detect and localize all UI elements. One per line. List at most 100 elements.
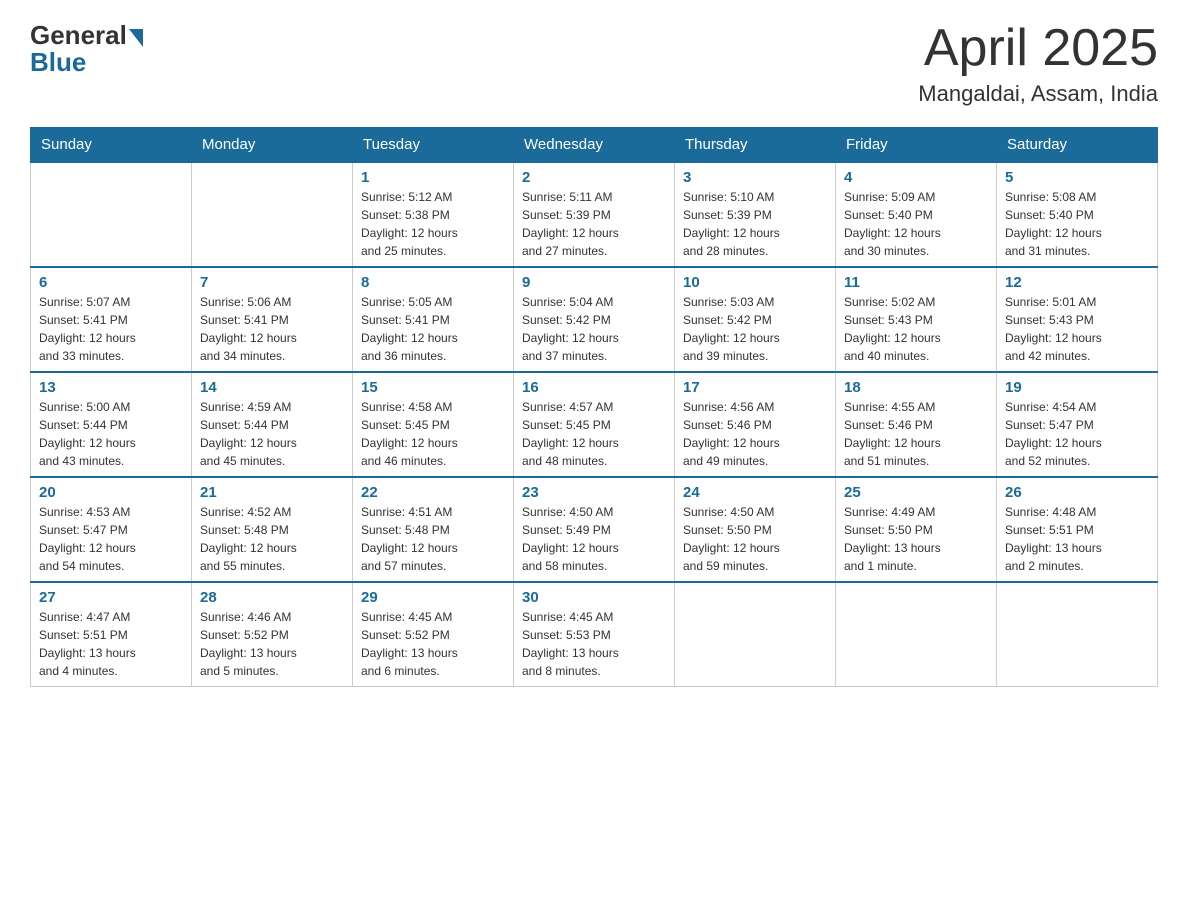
calendar-table: SundayMondayTuesdayWednesdayThursdayFrid… <box>30 127 1158 687</box>
day-number: 15 <box>361 379 505 396</box>
day-info: Sunrise: 5:10 AM Sunset: 5:39 PM Dayligh… <box>683 188 827 260</box>
calendar-cell <box>675 582 836 687</box>
calendar-cell: 27 Sunrise: 4:47 AM Sunset: 5:51 PM Dayli… <box>31 582 192 687</box>
day-info: Sunrise: 5:12 AM Sunset: 5:38 PM Dayligh… <box>361 188 505 260</box>
day-number: 9 <box>522 274 666 291</box>
calendar-cell: 23Sunrise: 4:50 AM Sunset: 5:49 PM Dayli… <box>514 477 675 582</box>
logo-blue-text: Blue <box>30 47 86 78</box>
day-number: 5 <box>1005 169 1149 186</box>
day-number: 16 <box>522 379 666 396</box>
day-number: 13 <box>39 379 183 396</box>
weekday-header: Monday <box>192 128 353 163</box>
day-number: 11 <box>844 274 988 291</box>
day-info: Sunrise: 4:45 AM Sunset: 5:52 PM Dayligh… <box>361 608 505 680</box>
day-info: Sunrise: 5:05 AM Sunset: 5:41 PM Dayligh… <box>361 293 505 365</box>
day-number: 8 <box>361 274 505 291</box>
day-info: Sunrise: 4:55 AM Sunset: 5:46 PM Dayligh… <box>844 398 988 470</box>
day-info: Sunrise: 4:53 AM Sunset: 5:47 PM Dayligh… <box>39 503 183 575</box>
weekday-header: Thursday <box>675 128 836 163</box>
page-subtitle: Mangaldai, Assam, India <box>918 81 1158 107</box>
day-number: 23 <box>522 484 666 501</box>
calendar-cell: 14 Sunrise: 4:59 AM Sunset: 5:44 PM Dayli… <box>192 372 353 477</box>
day-info: Sunrise: 5:07 AM Sunset: 5:41 PM Dayligh… <box>39 293 183 365</box>
day-info: Sunrise: 4:59 AM Sunset: 5:44 PM Dayligh… <box>200 398 344 470</box>
calendar-cell: 22 Sunrise: 4:51 AM Sunset: 5:48 PM Dayli… <box>353 477 514 582</box>
day-info: Sunrise: 4:58 AM Sunset: 5:45 PM Dayligh… <box>361 398 505 470</box>
day-number: 30 <box>522 589 666 606</box>
calendar-header-row: SundayMondayTuesdayWednesdayThursdayFrid… <box>31 128 1158 163</box>
day-number: 2 <box>522 169 666 186</box>
day-number: 29 <box>361 589 505 606</box>
day-number: 26 <box>1005 484 1149 501</box>
day-number: 4 <box>844 169 988 186</box>
calendar-cell: 28Sunrise: 4:46 AM Sunset: 5:52 PM Dayli… <box>192 582 353 687</box>
day-info: Sunrise: 4:47 AM Sunset: 5:51 PM Dayligh… <box>39 608 183 680</box>
day-info: Sunrise: 5:08 AM Sunset: 5:40 PM Dayligh… <box>1005 188 1149 260</box>
calendar-cell: 12 Sunrise: 5:01 AM Sunset: 5:43 PM Dayli… <box>997 267 1158 372</box>
day-number: 27 <box>39 589 183 606</box>
calendar-cell <box>192 162 353 267</box>
day-number: 14 <box>200 379 344 396</box>
calendar-cell: 30Sunrise: 4:45 AM Sunset: 5:53 PM Dayli… <box>514 582 675 687</box>
calendar-cell <box>836 582 997 687</box>
calendar-cell <box>997 582 1158 687</box>
calendar-cell: 9 Sunrise: 5:04 AM Sunset: 5:42 PM Daylig… <box>514 267 675 372</box>
weekday-header: Wednesday <box>514 128 675 163</box>
page-title: April 2025 <box>918 20 1158 77</box>
day-info: Sunrise: 5:01 AM Sunset: 5:43 PM Dayligh… <box>1005 293 1149 365</box>
day-number: 1 <box>361 169 505 186</box>
calendar-cell: 25 Sunrise: 4:49 AM Sunset: 5:50 PM Dayli… <box>836 477 997 582</box>
day-number: 25 <box>844 484 988 501</box>
day-info: Sunrise: 4:49 AM Sunset: 5:50 PM Dayligh… <box>844 503 988 575</box>
day-number: 6 <box>39 274 183 291</box>
title-section: April 2025 Mangaldai, Assam, India <box>918 20 1158 107</box>
day-info: Sunrise: 4:56 AM Sunset: 5:46 PM Dayligh… <box>683 398 827 470</box>
calendar-week-row: 27 Sunrise: 4:47 AM Sunset: 5:51 PM Dayli… <box>31 582 1158 687</box>
day-info: Sunrise: 5:11 AM Sunset: 5:39 PM Dayligh… <box>522 188 666 260</box>
day-info: Sunrise: 4:52 AM Sunset: 5:48 PM Dayligh… <box>200 503 344 575</box>
calendar-cell: 21Sunrise: 4:52 AM Sunset: 5:48 PM Dayli… <box>192 477 353 582</box>
calendar-cell: 16Sunrise: 4:57 AM Sunset: 5:45 PM Dayli… <box>514 372 675 477</box>
day-number: 19 <box>1005 379 1149 396</box>
calendar-cell: 18Sunrise: 4:55 AM Sunset: 5:46 PM Dayli… <box>836 372 997 477</box>
day-number: 20 <box>39 484 183 501</box>
day-number: 12 <box>1005 274 1149 291</box>
calendar-cell: 8 Sunrise: 5:05 AM Sunset: 5:41 PM Daylig… <box>353 267 514 372</box>
calendar-cell: 11 Sunrise: 5:02 AM Sunset: 5:43 PM Dayli… <box>836 267 997 372</box>
weekday-header: Tuesday <box>353 128 514 163</box>
calendar-cell: 19 Sunrise: 4:54 AM Sunset: 5:47 PM Dayli… <box>997 372 1158 477</box>
calendar-cell: 6 Sunrise: 5:07 AM Sunset: 5:41 PM Daylig… <box>31 267 192 372</box>
calendar-cell: 29 Sunrise: 4:45 AM Sunset: 5:52 PM Dayli… <box>353 582 514 687</box>
day-number: 10 <box>683 274 827 291</box>
day-info: Sunrise: 4:51 AM Sunset: 5:48 PM Dayligh… <box>361 503 505 575</box>
day-info: Sunrise: 5:02 AM Sunset: 5:43 PM Dayligh… <box>844 293 988 365</box>
calendar-week-row: 6 Sunrise: 5:07 AM Sunset: 5:41 PM Daylig… <box>31 267 1158 372</box>
calendar-cell <box>31 162 192 267</box>
day-number: 22 <box>361 484 505 501</box>
day-info: Sunrise: 4:48 AM Sunset: 5:51 PM Dayligh… <box>1005 503 1149 575</box>
day-info: Sunrise: 5:06 AM Sunset: 5:41 PM Dayligh… <box>200 293 344 365</box>
calendar-cell: 24 Sunrise: 4:50 AM Sunset: 5:50 PM Dayli… <box>675 477 836 582</box>
day-info: Sunrise: 5:04 AM Sunset: 5:42 PM Dayligh… <box>522 293 666 365</box>
weekday-header: Sunday <box>31 128 192 163</box>
calendar-cell: 2 Sunrise: 5:11 AM Sunset: 5:39 PM Daylig… <box>514 162 675 267</box>
day-info: Sunrise: 5:00 AM Sunset: 5:44 PM Dayligh… <box>39 398 183 470</box>
day-info: Sunrise: 4:54 AM Sunset: 5:47 PM Dayligh… <box>1005 398 1149 470</box>
calendar-cell: 4 Sunrise: 5:09 AM Sunset: 5:40 PM Daylig… <box>836 162 997 267</box>
calendar-week-row: 13 Sunrise: 5:00 AM Sunset: 5:44 PM Dayli… <box>31 372 1158 477</box>
logo-arrow-icon <box>129 29 143 47</box>
calendar-cell: 20 Sunrise: 4:53 AM Sunset: 5:47 PM Dayli… <box>31 477 192 582</box>
calendar-cell: 17Sunrise: 4:56 AM Sunset: 5:46 PM Dayli… <box>675 372 836 477</box>
calendar-cell: 3 Sunrise: 5:10 AM Sunset: 5:39 PM Daylig… <box>675 162 836 267</box>
day-info: Sunrise: 5:03 AM Sunset: 5:42 PM Dayligh… <box>683 293 827 365</box>
day-info: Sunrise: 5:09 AM Sunset: 5:40 PM Dayligh… <box>844 188 988 260</box>
day-info: Sunrise: 4:46 AM Sunset: 5:52 PM Dayligh… <box>200 608 344 680</box>
day-number: 3 <box>683 169 827 186</box>
calendar-cell: 7Sunrise: 5:06 AM Sunset: 5:41 PM Daylig… <box>192 267 353 372</box>
day-number: 24 <box>683 484 827 501</box>
calendar-cell: 13 Sunrise: 5:00 AM Sunset: 5:44 PM Dayli… <box>31 372 192 477</box>
page-header: General Blue April 2025 Mangaldai, Assam… <box>30 20 1158 107</box>
day-info: Sunrise: 4:50 AM Sunset: 5:50 PM Dayligh… <box>683 503 827 575</box>
calendar-cell: 5 Sunrise: 5:08 AM Sunset: 5:40 PM Daylig… <box>997 162 1158 267</box>
calendar-cell: 15 Sunrise: 4:58 AM Sunset: 5:45 PM Dayli… <box>353 372 514 477</box>
